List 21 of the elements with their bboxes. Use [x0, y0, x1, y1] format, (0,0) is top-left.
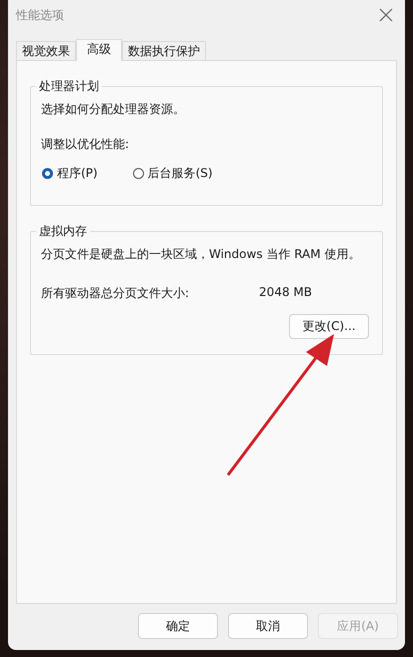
description-text: 分页文件是硬盘上的一块区域，Windows 当作 RAM 使用。 — [41, 246, 362, 263]
dialog-button[interactable]: 取消 — [228, 613, 308, 639]
change-button[interactable]: 更改(C)... — [289, 314, 369, 339]
radio-icon[interactable] — [42, 168, 53, 179]
radio-label: 程序(P) — [57, 165, 98, 182]
tab[interactable]: 高级 — [76, 39, 122, 61]
radio-label: 后台服务(S) — [148, 165, 213, 182]
radio-option[interactable]: 程序(P) — [42, 165, 98, 182]
close-icon[interactable] — [379, 8, 393, 22]
window-title: 性能选项 — [16, 6, 64, 24]
size-label: 所有驱动器总分页文件大小: — [41, 285, 190, 302]
group-title: 处理器计划 — [36, 78, 102, 95]
radio-option[interactable]: 后台服务(S) — [132, 165, 213, 182]
radio-icon[interactable] — [132, 168, 144, 179]
tab[interactable]: 视觉效果 — [16, 41, 76, 60]
description-text: 选择如何分配处理器资源。 — [41, 101, 186, 118]
dialog-button[interactable]: 确定 — [138, 613, 218, 639]
prompt-text: 调整以优化性能: — [41, 136, 130, 153]
tab[interactable]: 数据执行保护 — [122, 41, 206, 60]
group-title: 虚拟内存 — [36, 223, 90, 240]
size-value: 2048 MB — [259, 285, 312, 301]
